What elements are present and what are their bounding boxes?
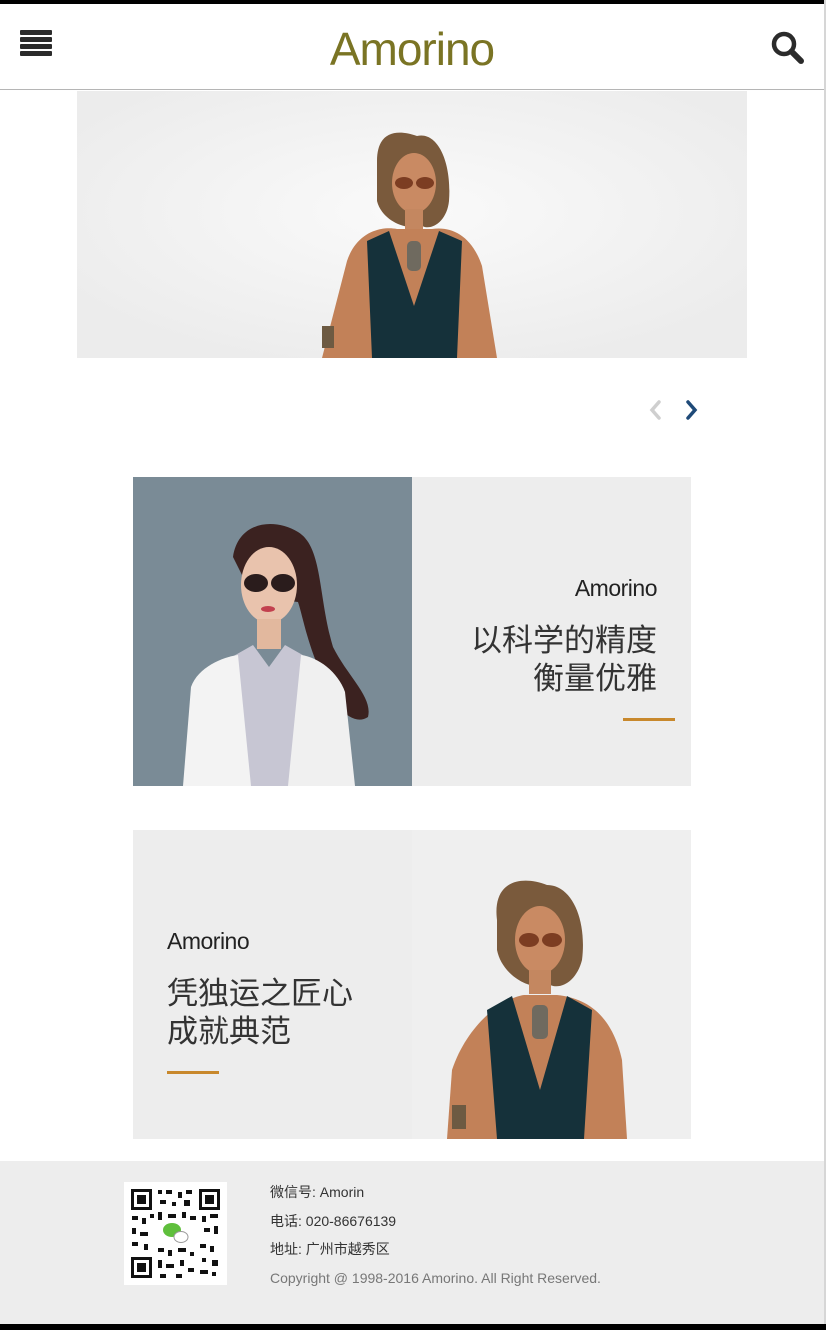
feature-title-line2: 成就典范 bbox=[167, 1014, 291, 1049]
site-header: Amorino bbox=[0, 4, 824, 90]
feature-card[interactable]: Amorino 以科学的精度 衡量优雅 bbox=[133, 477, 691, 786]
footer-copyright: Copyright @ 1998-2016 Amorino. All Right… bbox=[270, 1269, 601, 1286]
brand-logo[interactable]: Amorino bbox=[0, 22, 824, 76]
wechat-qr-code-icon bbox=[124, 1182, 227, 1285]
feature-title-line2: 衡量优雅 bbox=[533, 661, 657, 696]
footer-wechat: 微信号: Amorin bbox=[270, 1184, 365, 1200]
feature-brand: Amorino bbox=[167, 928, 250, 954]
feature-title-line1: 以科学的精度 bbox=[471, 623, 657, 658]
feature-card[interactable]: Amorino 凭独运之匠心 成就典范 bbox=[133, 830, 691, 1139]
feature-photo bbox=[133, 477, 412, 786]
footer-address: 地址: 广州市越秀区 bbox=[270, 1241, 390, 1258]
accent-underline bbox=[167, 1071, 219, 1074]
site-footer: 微信号: Amorin 电话: 020-86676139 地址: 广州市越秀区 … bbox=[0, 1161, 824, 1324]
footer-phone: 电话: 020-86676139 bbox=[270, 1212, 397, 1229]
feature-title-line1: 凭独运之匠心 bbox=[167, 976, 353, 1011]
feature-photo bbox=[412, 830, 691, 1139]
accent-underline bbox=[623, 718, 675, 721]
chevron-right-icon[interactable] bbox=[682, 398, 702, 422]
chevron-left-icon[interactable] bbox=[646, 398, 666, 422]
search-icon[interactable] bbox=[770, 30, 806, 66]
hero-banner-image[interactable] bbox=[77, 91, 747, 358]
bottom-border bbox=[0, 1324, 826, 1330]
feature-brand: Amorino bbox=[574, 575, 658, 601]
